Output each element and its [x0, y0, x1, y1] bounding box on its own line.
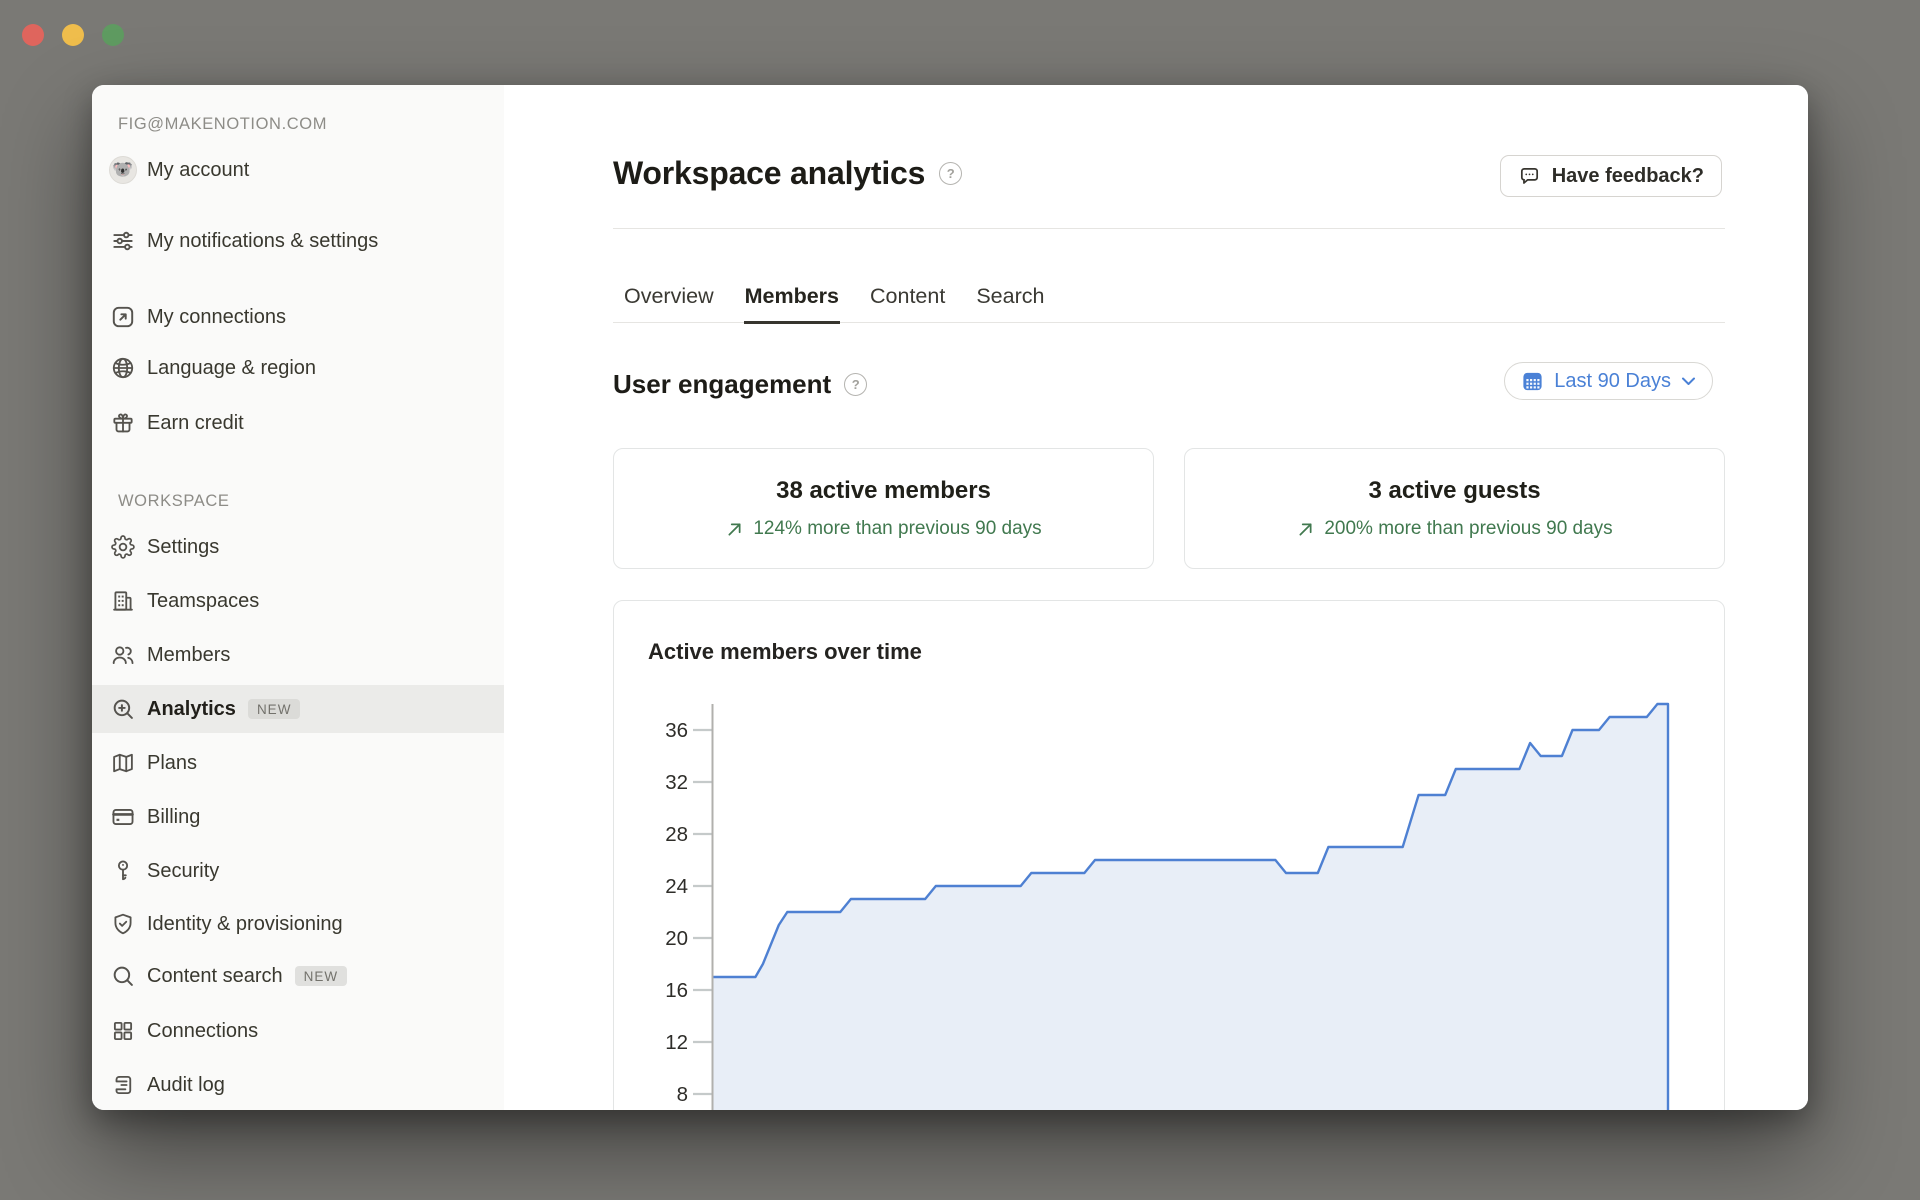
globe-icon — [108, 355, 138, 381]
gear-icon — [108, 534, 138, 560]
tab-overview[interactable]: Overview — [623, 273, 715, 322]
analytics-tabs: Overview Members Content Search — [613, 273, 1725, 323]
tab-search[interactable]: Search — [975, 273, 1045, 322]
active-guests-stat-card: 3 active guests 200% more than previous … — [1184, 448, 1725, 569]
sidebar-item-content-search[interactable]: Content search NEW — [92, 954, 504, 998]
settings-sidebar: FIG@MAKENOTION.COM 🐨 My account My notif… — [92, 85, 504, 1110]
svg-text:36: 36 — [665, 719, 688, 742]
account-email: FIG@MAKENOTION.COM — [118, 115, 327, 134]
help-icon[interactable]: ? — [844, 373, 867, 396]
zoom-button[interactable] — [102, 24, 124, 46]
sidebar-item-my-account[interactable]: 🐨 My account — [92, 148, 504, 192]
date-range-label: Last 90 Days — [1554, 370, 1671, 393]
sidebar-item-analytics[interactable]: Analytics NEW — [92, 685, 504, 733]
settings-dialog: FIG@MAKENOTION.COM 🐨 My account My notif… — [92, 85, 1808, 1110]
sliders-icon — [108, 228, 138, 254]
sidebar-item-plans[interactable]: Plans — [92, 741, 504, 785]
sidebar-item-language-region[interactable]: Language & region — [92, 346, 504, 390]
sidebar-item-teamspaces[interactable]: Teamspaces — [92, 579, 504, 623]
stat-value: 3 active guests — [1368, 477, 1540, 505]
sidebar-item-connections[interactable]: Connections — [92, 1009, 504, 1053]
speech-bubble-icon — [1518, 165, 1541, 188]
have-feedback-label: Have feedback? — [1552, 165, 1704, 188]
members-chart: 36 32 28 24 20 16 12 8 — [614, 601, 1725, 1110]
sidebar-item-members[interactable]: Members — [92, 633, 504, 677]
page-title: Workspace analytics — [613, 155, 925, 192]
have-feedback-button[interactable]: Have feedback? — [1500, 155, 1722, 197]
new-badge: NEW — [248, 699, 301, 719]
scroll-icon — [108, 1072, 138, 1098]
close-button[interactable] — [22, 24, 44, 46]
avatar: 🐨 — [108, 156, 138, 184]
window-controls — [22, 24, 124, 46]
date-range-dropdown[interactable]: Last 90 Days — [1504, 362, 1713, 400]
building-icon — [108, 588, 138, 614]
stat-delta: 124% more than previous 90 days — [725, 518, 1041, 540]
help-icon[interactable]: ? — [939, 162, 962, 185]
minimize-button[interactable] — [62, 24, 84, 46]
svg-text:16: 16 — [665, 979, 688, 1002]
arrow-up-right-icon — [1296, 520, 1315, 539]
tab-content[interactable]: Content — [869, 273, 946, 322]
active-members-stat-card: 38 active members 124% more than previou… — [613, 448, 1154, 569]
map-icon — [108, 750, 138, 776]
tab-members[interactable]: Members — [744, 273, 840, 324]
grid-icon — [108, 1018, 138, 1044]
new-badge: NEW — [295, 966, 348, 986]
magnifier-plus-icon — [108, 696, 138, 722]
analytics-main-panel: Workspace analytics ? Have feedback? Ove… — [504, 85, 1808, 1110]
chevron-down-icon — [1681, 376, 1696, 386]
sidebar-item-earn-credit[interactable]: Earn credit — [92, 401, 504, 445]
sidebar-item-my-connections[interactable]: My connections — [92, 295, 504, 339]
active-members-chart-card: Active members over time 36 32 28 24 20 16 12 8 — [613, 600, 1725, 1110]
svg-text:32: 32 — [665, 771, 688, 794]
key-icon — [108, 858, 138, 884]
svg-text:20: 20 — [665, 927, 688, 950]
workspace-section-label: WORKSPACE — [118, 492, 229, 511]
credit-card-icon — [108, 804, 138, 830]
sidebar-item-settings[interactable]: Settings — [92, 525, 504, 569]
header-divider — [613, 228, 1725, 229]
sidebar-item-billing[interactable]: Billing — [92, 795, 504, 839]
shield-check-icon — [108, 911, 138, 937]
svg-text:28: 28 — [665, 823, 688, 846]
section-title: User engagement — [613, 369, 831, 400]
svg-text:8: 8 — [677, 1083, 688, 1106]
sidebar-item-my-notifications-settings[interactable]: My notifications & settings — [92, 203, 504, 279]
arrow-up-right-icon — [725, 520, 744, 539]
sidebar-item-audit-log[interactable]: Audit log — [92, 1063, 504, 1107]
sidebar-item-identity-provisioning[interactable]: Identity & provisioning — [92, 902, 504, 946]
calendar-icon — [1521, 370, 1544, 393]
svg-text:24: 24 — [665, 875, 688, 898]
svg-text:12: 12 — [665, 1031, 688, 1054]
gift-icon — [108, 410, 138, 436]
chart-title: Active members over time — [648, 639, 922, 665]
sidebar-item-security[interactable]: Security — [92, 849, 504, 893]
magnifier-icon — [108, 963, 138, 989]
people-icon — [108, 642, 138, 668]
stat-delta: 200% more than previous 90 days — [1296, 518, 1612, 540]
stat-value: 38 active members — [776, 477, 991, 505]
arrow-up-right-square-icon — [108, 304, 138, 330]
